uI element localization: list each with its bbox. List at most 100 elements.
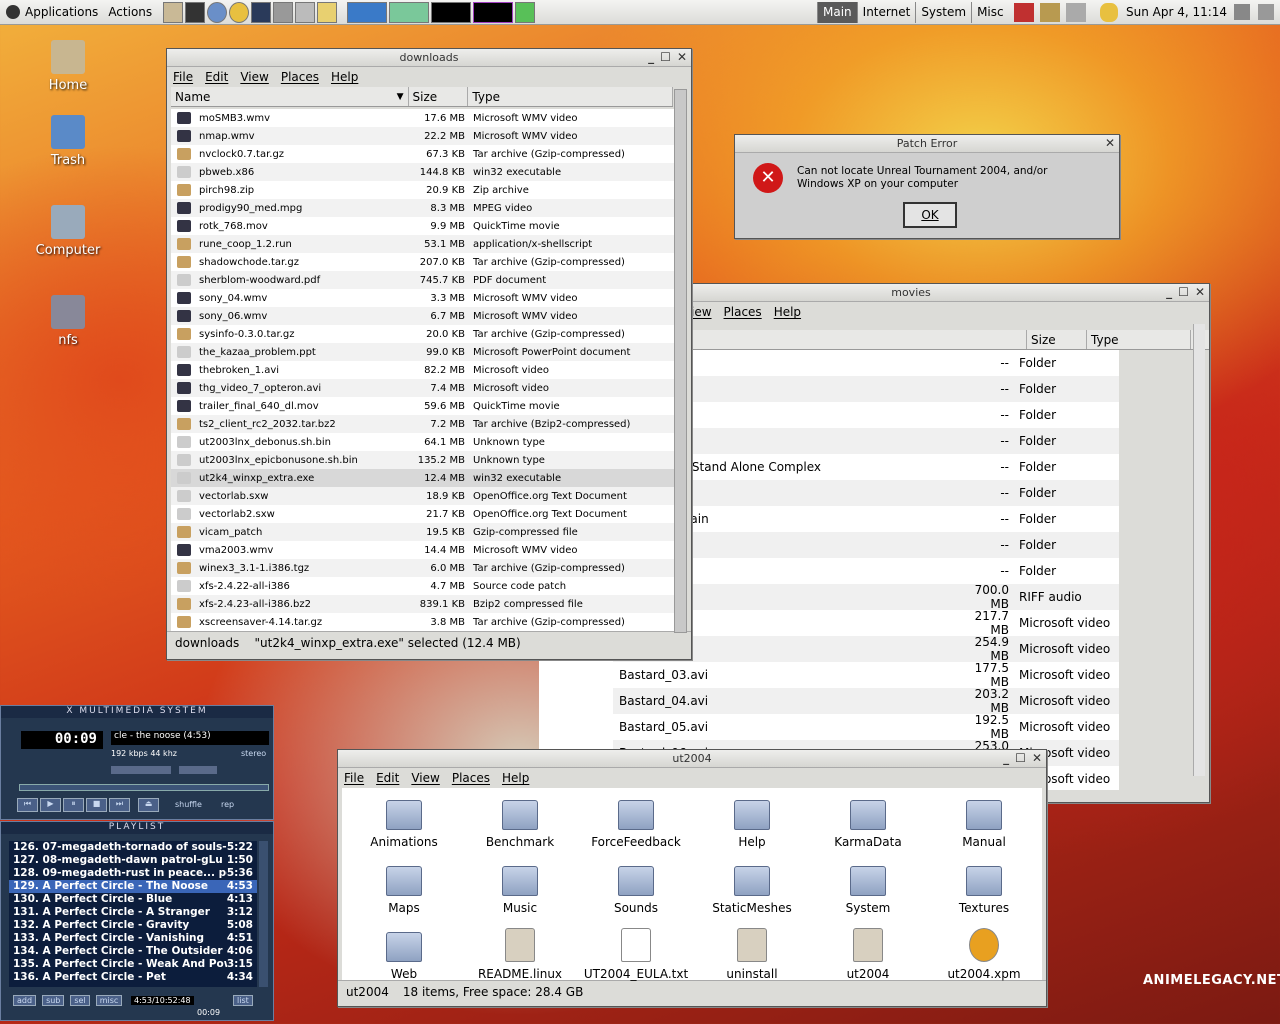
desktop-icon-home[interactable]: Home [28,40,108,93]
file-row[interactable]: Bastard_05.avi 192.5 MB Microsoft video [613,713,1119,741]
file-row[interactable]: vicam_patch 19.5 KB Gzip-compressed file [171,523,675,541]
playlist-item[interactable]: 130. A Perfect Circle - Blue 4:13 [9,893,257,906]
file-item[interactable]: Textures [926,862,1042,922]
next-button[interactable]: ⏭ [109,798,130,812]
file-item[interactable]: README.linux [462,928,578,988]
network-off-icon[interactable] [1066,3,1086,22]
xmms-launcher-icon[interactable] [251,1,272,23]
playlist-item[interactable]: 129. A Perfect Circle - The Noose 4:53 [9,880,257,893]
playlist-item[interactable]: 136. A Perfect Circle - Pet 4:34 [9,971,257,984]
sel-button[interactable]: sel [70,995,90,1006]
playlist-scrollbar[interactable] [259,841,268,987]
file-row[interactable]: vectorlab.sxw 18.9 KB OpenOffice.org Text … [171,487,675,505]
file-item[interactable]: Manual [926,796,1042,856]
file-item[interactable]: ForceFeedback [578,796,694,856]
settings-launcher-icon[interactable] [273,1,294,23]
maximize-button[interactable]: ☐ [660,49,671,66]
file-item[interactable]: KarmaData [810,796,926,856]
file-row[interactable]: ts2_client_rc2_2032.tar.bz2 7.2 MB Tar arc… [171,415,675,433]
repeat-toggle[interactable]: rep [221,800,234,809]
file-row[interactable]: thg_video_7_opteron.avi 7.4 MB Microsoft v… [171,379,675,397]
file-row[interactable]: Bastard_03.avi 177.5 MB Microsoft video [613,661,1119,689]
file-row[interactable]: vectorlab2.sxw 21.7 KB OpenOffice.org Text… [171,505,675,523]
add-button[interactable]: add [13,995,37,1006]
menu-places[interactable]: Places [452,771,490,785]
close-button[interactable]: ✕ [1195,284,1205,301]
mail-launcher-icon[interactable] [317,1,338,23]
file-row[interactable]: pbweb.x86 144.8 KB win32 executable [171,163,675,181]
file-item[interactable]: ut2004.xpm [926,928,1042,988]
gaim-launcher-icon[interactable] [229,1,250,23]
minimize-button[interactable]: _ [648,49,654,66]
list-button[interactable]: list [233,995,253,1006]
file-row[interactable]: sysinfo-0.3.0.tar.gz 20.0 KB Tar archive (… [171,325,675,343]
playlist-item[interactable]: 132. A Perfect Circle - Gravity 5:08 [9,919,257,932]
file-row[interactable]: xfs-2.4.23-all-i386.bz2 839.1 KB Bzip2 com… [171,595,675,613]
playlist-item[interactable]: 134. A Perfect Circle - The Outsider 4:06 [9,945,257,958]
minimize-button[interactable]: _ [1003,750,1009,767]
file-item[interactable]: StaticMeshes [694,862,810,922]
pause-button[interactable]: ⏸ [63,798,84,812]
ut2004-titlebar[interactable]: ut2004 _ ☐ ✕ [338,750,1046,768]
file-item[interactable]: Web [346,928,462,988]
menu-help[interactable]: Help [774,305,801,319]
menu-help[interactable]: Help [502,771,529,785]
ok-button[interactable]: OK [903,202,957,228]
tools-launcher-icon[interactable] [295,1,316,23]
desktop-icon-trash[interactable]: Trash [28,115,108,168]
workspace-tab-main[interactable]: Main [817,2,857,23]
file-item[interactable]: Music [462,862,578,922]
file-item[interactable]: Sounds [578,862,694,922]
playlist-item[interactable]: 127. 08-megadeth-dawn patrol-gLu 1:50 [9,854,257,867]
file-item[interactable]: Benchmark [462,796,578,856]
file-row[interactable]: pirch98.zip 20.9 KB Zip archive [171,181,675,199]
seek-bar[interactable] [19,784,269,791]
close-button[interactable]: ✕ [677,49,687,66]
menu-file[interactable]: File [173,70,193,84]
clock[interactable]: Sun Apr 4, 11:14 [1126,5,1227,19]
file-item[interactable]: Animations [346,796,462,856]
menu-edit[interactable]: Edit [376,771,399,785]
file-row[interactable]: ut2k4_winxp_extra.exe 12.4 MB win32 execut… [171,469,675,487]
eject-button[interactable]: ⏏ [138,798,159,812]
column-size-header[interactable]: Size [1027,330,1087,349]
file-row[interactable]: rotk_768.mov 9.9 MB QuickTime movie [171,217,675,235]
close-button[interactable]: ✕ [1032,750,1042,767]
menu-edit[interactable]: Edit [205,70,228,84]
sub-button[interactable]: sub [42,995,65,1006]
column-size-header[interactable]: Size [409,87,469,106]
file-row[interactable]: thebroken_1.avi 82.2 MB Microsoft video [171,361,675,379]
movies-titlebar[interactable]: movies _ ☐ ✕ [613,284,1209,302]
downloads-titlebar[interactable]: downloads _ ☐ ✕ [167,49,691,67]
playlist-item[interactable]: 128. 09-megadeth-rust in peace... polari… [9,867,257,880]
workspace-tab-system[interactable]: System [915,2,971,23]
file-row[interactable]: nmap.wmv 22.2 MB Microsoft WMV video [171,127,675,145]
window-list-icon[interactable] [1258,4,1274,20]
misc-button[interactable]: misc [95,995,123,1006]
desktop-icon-nfs[interactable]: nfs [28,295,108,348]
downloads-scrollbar[interactable] [674,89,687,633]
maximize-button[interactable]: ☐ [1178,284,1189,301]
file-row[interactable]: sherblom-woodward.pdf 745.7 KB PDF documen… [171,271,675,289]
workspace-tab-internet[interactable]: Internet [856,2,916,23]
file-row[interactable]: sony_04.wmv 3.3 MB Microsoft WMV video [171,289,675,307]
file-row[interactable]: prodigy90_med.mpg 8.3 MB MPEG video [171,199,675,217]
minimize-button[interactable]: _ [1166,284,1172,301]
column-type-header[interactable]: Type [1087,330,1191,349]
menu-view[interactable]: iew [691,305,712,319]
shuffle-toggle[interactable]: shuffle [175,800,202,809]
balance-slider[interactable] [179,766,217,774]
maximize-button[interactable]: ☐ [1015,750,1026,767]
applications-menu[interactable]: Applications [20,0,103,25]
previous-button[interactable]: ⏮ [17,798,38,812]
close-button[interactable]: ✕ [1105,135,1115,152]
file-item[interactable]: Maps [346,862,462,922]
desktop-icon-computer[interactable]: Computer [28,205,108,258]
terminal-launcher-icon[interactable] [185,1,206,23]
playlist-titlebar[interactable]: PLAYLIST [1,822,273,834]
logout-icon[interactable] [1014,3,1034,22]
xmms-titlebar[interactable]: X MULTIMEDIA SYSTEM [1,706,273,718]
column-name-header[interactable]: Name ▼ [171,87,409,106]
file-row[interactable]: ut2003lnx_debonus.sh.bin 64.1 MB Unknown t… [171,433,675,451]
mixer-icon[interactable] [1234,4,1250,20]
